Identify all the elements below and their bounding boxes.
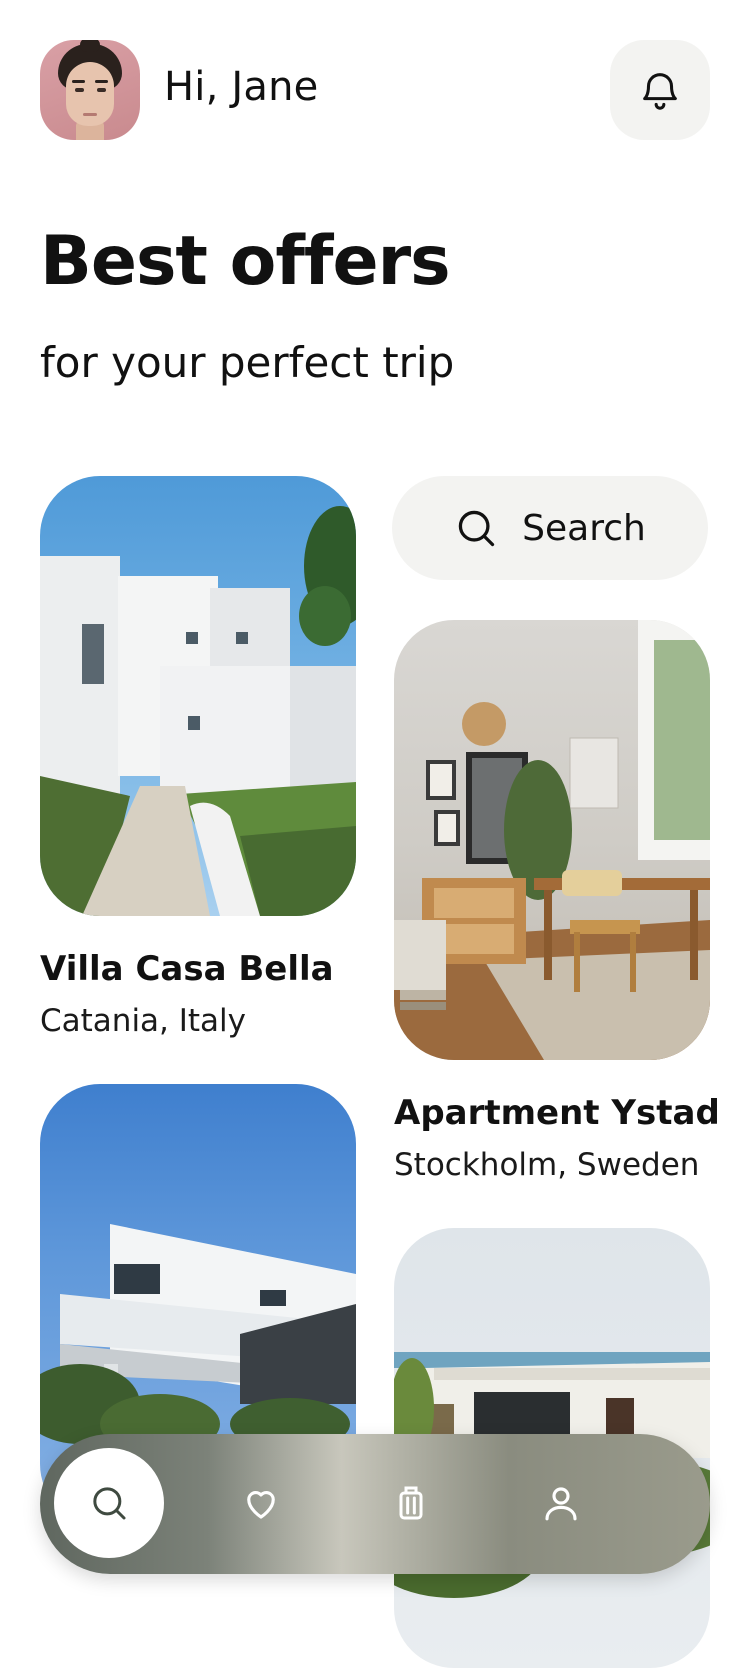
listing-location: Stockholm, Sweden <box>394 1147 700 1183</box>
avatar-brow-right <box>95 80 108 83</box>
bell-icon <box>643 73 677 110</box>
tab-profile[interactable] <box>506 1448 616 1558</box>
page-subtitle: for your perfect trip <box>40 338 455 387</box>
heart-icon <box>247 1491 275 1519</box>
avatar-brow-left <box>72 80 85 83</box>
avatar[interactable] <box>40 40 140 140</box>
page-title: Best offers <box>40 222 451 301</box>
listing-title[interactable]: Apartment Ystad <box>394 1096 720 1130</box>
search-icon <box>93 1487 126 1520</box>
bottom-tab-bar <box>40 1434 710 1574</box>
listing-image-villa-casa-bella[interactable] <box>40 476 356 916</box>
search-icon <box>458 510 495 547</box>
avatar-eye-left <box>75 88 84 92</box>
apartment-illustration <box>394 620 710 1060</box>
avatar-eye-right <box>97 88 106 92</box>
search-label: Search <box>522 507 646 549</box>
tab-favorites[interactable] <box>206 1448 316 1558</box>
listing-title[interactable]: Villa Casa Bella <box>40 952 334 986</box>
notifications-button[interactable] <box>610 40 710 140</box>
luggage-icon <box>399 1486 423 1520</box>
tab-search[interactable] <box>54 1448 164 1558</box>
villa-illustration <box>40 506 356 916</box>
avatar-face <box>66 62 114 126</box>
avatar-hair-bun <box>80 40 100 52</box>
listing-location: Catania, Italy <box>40 1003 247 1039</box>
listing-image-apartment-ystad[interactable] <box>394 620 710 1060</box>
search-button[interactable]: Search <box>392 476 708 580</box>
tab-trips[interactable] <box>356 1448 466 1558</box>
greeting-text: Hi, Jane <box>164 64 319 110</box>
avatar-mouth <box>83 113 97 116</box>
profile-icon <box>545 1487 577 1521</box>
